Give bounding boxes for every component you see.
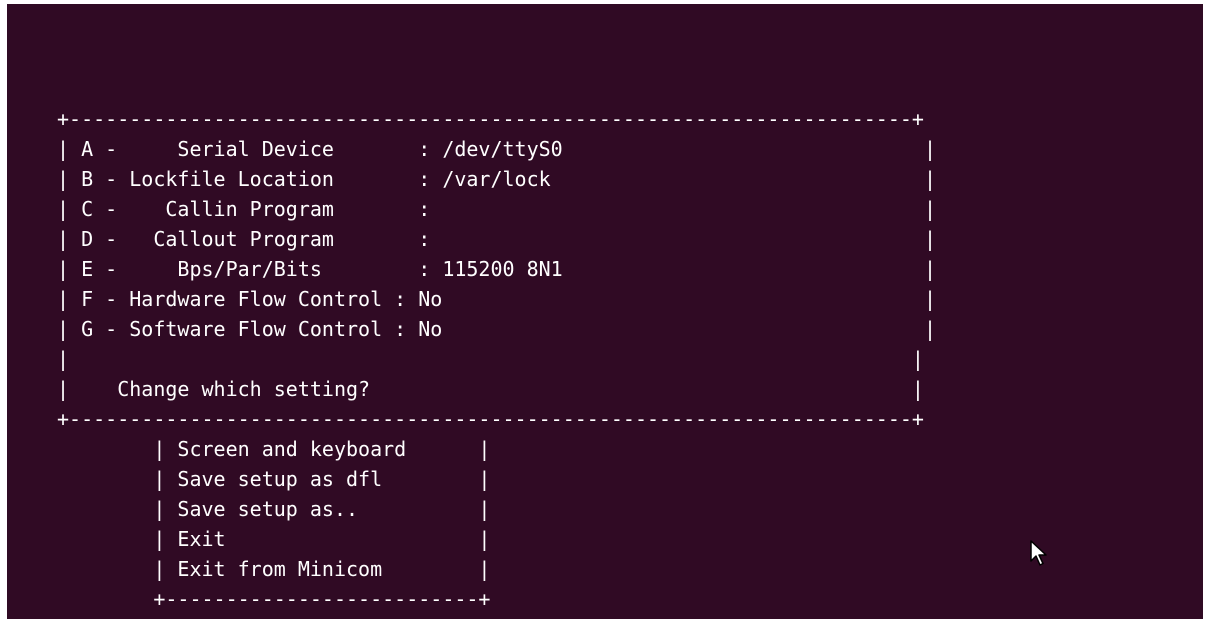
mouse-pointer-icon <box>1030 540 1047 566</box>
setting-d-callout-program[interactable]: | D - Callout Program : | <box>57 224 936 254</box>
setting-g-software-flow-control[interactable]: | G - Software Flow Control : No | <box>57 314 936 344</box>
menu-item-save-setup-as-dfl[interactable]: | Save setup as dfl | <box>57 464 490 494</box>
settings-box-bottom-border: +---------------------------------------… <box>57 407 924 431</box>
menu-item-screen-and-keyboard[interactable]: | Screen and keyboard | <box>57 434 490 464</box>
setting-b-lockfile-location[interactable]: | B - Lockfile Location : /var/lock | <box>57 164 936 194</box>
settings-box-top-border: +---------------------------------------… <box>57 107 924 131</box>
menu-item-exit[interactable]: | Exit | <box>57 524 490 554</box>
change-setting-prompt[interactable]: | Change which setting? | <box>57 374 924 404</box>
menu-item-save-setup-as[interactable]: | Save setup as.. | <box>57 494 490 524</box>
setting-a-serial-device[interactable]: | A - Serial Device : /dev/ttyS0 | <box>57 134 936 164</box>
menu-item-exit-from-minicom[interactable]: | Exit from Minicom | <box>57 554 490 584</box>
setting-f-hardware-flow-control[interactable]: | F - Hardware Flow Control : No | <box>57 284 936 314</box>
settings-box-blank-line: | | <box>57 347 924 371</box>
setting-e-bps-par-bits[interactable]: | E - Bps/Par/Bits : 115200 8N1 | <box>57 254 936 284</box>
terminal-window[interactable]: +---------------------------------------… <box>7 4 1203 619</box>
menu-box-bottom-border: +--------------------------+ <box>57 587 491 611</box>
setting-c-callin-program[interactable]: | C - Callin Program : | <box>57 194 936 224</box>
